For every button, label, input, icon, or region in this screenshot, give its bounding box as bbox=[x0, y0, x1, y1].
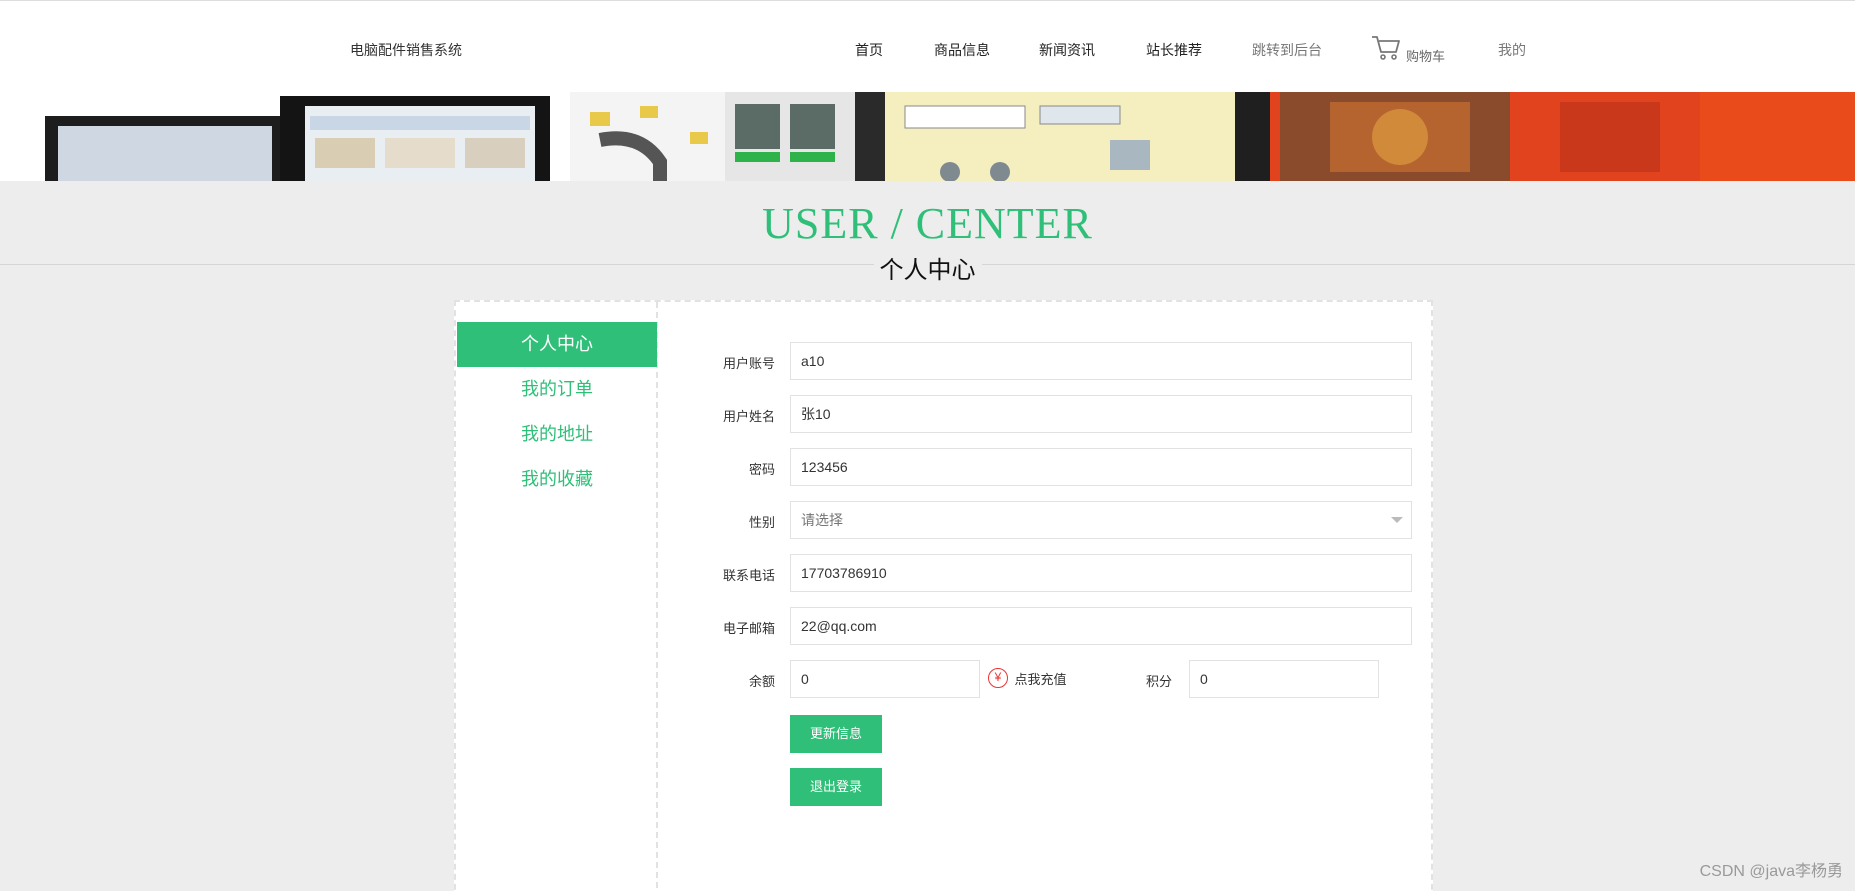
form-row-gender: 性别 请选择 bbox=[456, 501, 1435, 539]
phone-label: 联系电话 bbox=[722, 568, 775, 583]
nav-products[interactable]: 商品信息 bbox=[934, 40, 990, 60]
name-input[interactable]: 张10 bbox=[790, 395, 1412, 433]
account-input[interactable]: a10 bbox=[790, 342, 1412, 380]
top-header: 电脑配件销售系统 首页 商品信息 新闻资讯 站长推荐 跳转到后台 我的 购物车 bbox=[0, 0, 1855, 92]
form-row-name: 用户姓名 张10 bbox=[456, 395, 1435, 433]
nav-home[interactable]: 首页 bbox=[855, 40, 883, 60]
cart-label: 购物车 bbox=[1406, 49, 1446, 64]
form-row-password: 密码 123456 bbox=[456, 448, 1435, 486]
form-row-email: 电子邮箱 22@qq.com bbox=[456, 607, 1435, 645]
page-heading-en: USER / CENTER bbox=[762, 199, 1093, 248]
gender-placeholder: 请选择 bbox=[801, 512, 843, 528]
form-row-phone: 联系电话 17703786910 bbox=[456, 554, 1435, 592]
email-label: 电子邮箱 bbox=[722, 621, 775, 636]
nav-admin[interactable]: 跳转到后台 bbox=[1252, 40, 1322, 60]
nav-mine[interactable]: 我的 bbox=[1498, 40, 1526, 60]
name-label: 用户姓名 bbox=[722, 409, 775, 424]
cart-icon bbox=[1372, 36, 1400, 60]
page-heading-cn-text: 个人中心 bbox=[873, 257, 982, 284]
watermark: CSDN @java李杨勇 bbox=[1699, 863, 1843, 880]
banner-image bbox=[0, 92, 1855, 181]
site-title: 电脑配件销售系统 bbox=[350, 42, 462, 58]
account-label: 用户账号 bbox=[722, 356, 775, 371]
yen-icon: ¥ bbox=[988, 668, 1008, 688]
phone-input[interactable]: 17703786910 bbox=[790, 554, 1412, 592]
points-label: 积分 bbox=[1146, 674, 1173, 689]
banner-illustration bbox=[0, 92, 1855, 181]
page-heading-cn: 个人中心 bbox=[0, 250, 1855, 285]
form-row-balance: 余额 0 ¥ 点我充值 积分 0 bbox=[456, 660, 1435, 698]
update-info-button[interactable]: 更新信息 bbox=[790, 715, 882, 753]
user-center-panel: 个人中心 我的订单 我的地址 我的收藏 用户账号 a10 用户姓名 张10 密码… bbox=[454, 300, 1433, 891]
nav-recommend[interactable]: 站长推荐 bbox=[1146, 40, 1202, 60]
balance-input[interactable]: 0 bbox=[790, 660, 980, 698]
recharge-label: 点我充值 bbox=[1014, 671, 1067, 687]
gender-select[interactable]: 请选择 bbox=[790, 501, 1412, 539]
recharge-link[interactable]: ¥ 点我充值 bbox=[988, 668, 1066, 690]
balance-label: 余额 bbox=[748, 674, 775, 689]
email-input[interactable]: 22@qq.com bbox=[790, 607, 1412, 645]
gender-label: 性别 bbox=[748, 515, 775, 530]
password-input[interactable]: 123456 bbox=[790, 448, 1412, 486]
points-input[interactable]: 0 bbox=[1189, 660, 1379, 698]
password-label: 密码 bbox=[748, 462, 775, 477]
form-row-account: 用户账号 a10 bbox=[456, 342, 1435, 380]
chevron-down-icon bbox=[1391, 517, 1403, 523]
sidebar: 个人中心 我的订单 我的地址 我的收藏 bbox=[456, 302, 658, 891]
nav-news[interactable]: 新闻资讯 bbox=[1039, 40, 1095, 60]
logout-button[interactable]: 退出登录 bbox=[790, 768, 882, 806]
